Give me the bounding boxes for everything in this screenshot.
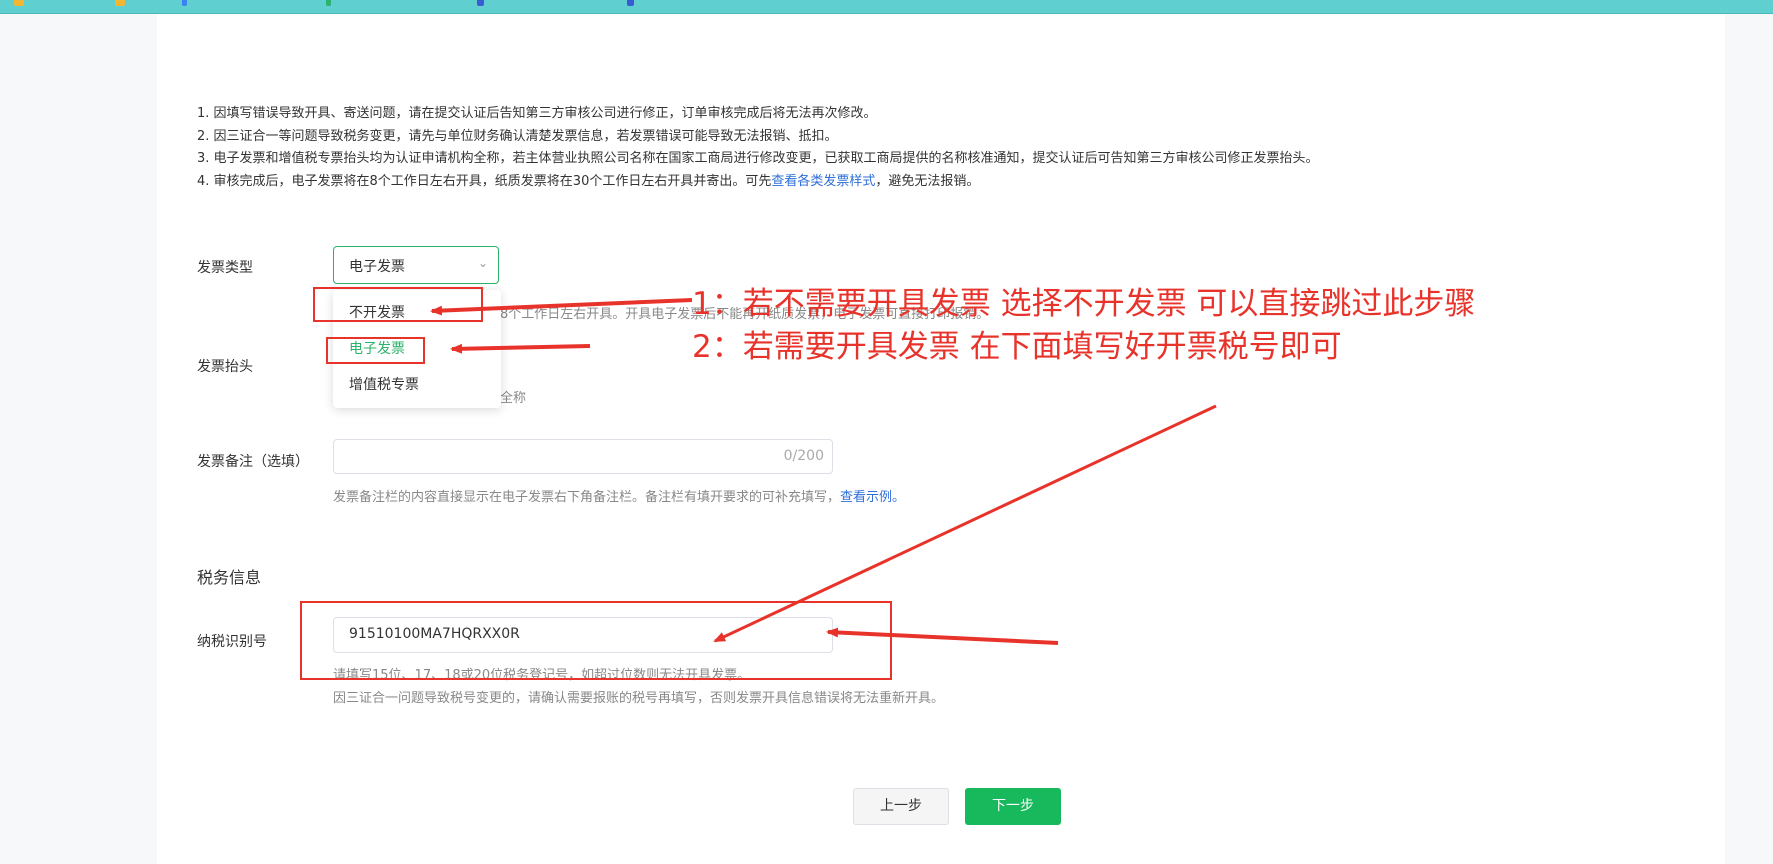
annotation-arrow <box>450 343 591 354</box>
annotation-arrow <box>430 298 693 316</box>
annotation-arrows <box>430 298 1217 645</box>
annotation-arrow <box>713 404 1217 643</box>
annotation-arrow <box>826 627 1059 645</box>
